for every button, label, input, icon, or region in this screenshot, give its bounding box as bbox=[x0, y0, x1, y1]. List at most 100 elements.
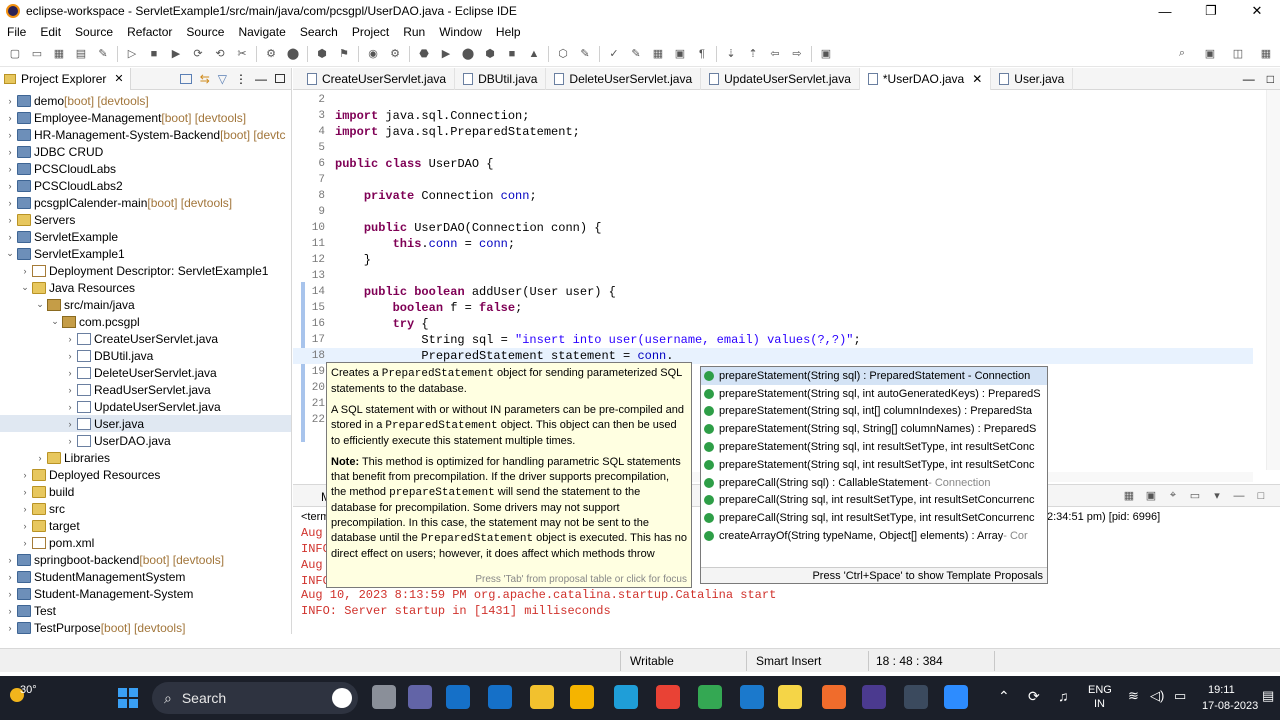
proposal-item[interactable]: prepareStatement(String sql, int resultS… bbox=[701, 438, 1047, 456]
expand-chevron-icon[interactable]: › bbox=[64, 334, 76, 344]
file-explorer-icon[interactable] bbox=[530, 685, 554, 709]
toolbar-button-icon[interactable]: ⬢ bbox=[314, 46, 330, 62]
content-assist-popup[interactable]: prepareStatement(String sql) : PreparedS… bbox=[700, 366, 1048, 584]
toolbar-button-icon[interactable]: ¶ bbox=[694, 46, 710, 62]
tree-item[interactable]: › ReadUserServlet.java bbox=[0, 381, 291, 398]
code-line[interactable]: 7 bbox=[293, 172, 1253, 188]
tree-item[interactable]: ⌄ ServletExample1 bbox=[0, 245, 291, 262]
weather-temp[interactable]: 30° bbox=[20, 684, 37, 696]
java-ee-perspective-icon[interactable]: ◫ bbox=[1230, 46, 1246, 62]
toolbar-button-icon[interactable]: ✎ bbox=[577, 46, 593, 62]
tree-item[interactable]: › Test bbox=[0, 602, 291, 619]
toolbar-button-icon[interactable]: ⇡ bbox=[745, 46, 761, 62]
expand-chevron-icon[interactable]: › bbox=[19, 538, 31, 548]
proposal-item[interactable]: prepareCall(String sql, int resultSetTyp… bbox=[701, 509, 1047, 527]
task-view-icon[interactable] bbox=[372, 685, 396, 709]
expand-chevron-icon[interactable]: › bbox=[4, 147, 16, 157]
toolbar-button-icon[interactable]: ⬣ bbox=[416, 46, 432, 62]
expand-chevron-icon[interactable]: › bbox=[64, 436, 76, 446]
editor-tab[interactable]: *UserDAO.java ✕ bbox=[859, 67, 992, 90]
toolbar-button-icon[interactable]: ■ bbox=[146, 46, 162, 62]
toolbar-button-icon[interactable]: ▶ bbox=[168, 46, 184, 62]
expand-chevron-icon[interactable]: › bbox=[64, 419, 76, 429]
code-line[interactable]: 11 this.conn = conn; bbox=[293, 236, 1253, 252]
menu-run-8[interactable]: Run bbox=[396, 25, 432, 39]
store-icon[interactable] bbox=[446, 685, 470, 709]
notification-icon[interactable]: ▤ bbox=[1262, 688, 1274, 704]
expand-chevron-icon[interactable]: › bbox=[4, 606, 16, 616]
teams-icon[interactable] bbox=[408, 685, 432, 709]
expand-chevron-icon[interactable]: › bbox=[4, 113, 16, 123]
toolbar-button-icon[interactable]: ▤ bbox=[73, 46, 89, 62]
toolbar-button-icon[interactable]: ⚙ bbox=[263, 46, 279, 62]
toolbar-button-icon[interactable]: ■ bbox=[504, 46, 520, 62]
proposal-item[interactable]: prepareStatement(String sql, String[] co… bbox=[701, 420, 1047, 438]
proposal-item[interactable]: createArrayOf(String typeName, Object[] … bbox=[701, 527, 1047, 545]
minimize-view-icon[interactable]: — bbox=[255, 72, 267, 86]
toolbar-button-icon[interactable]: ▷ bbox=[124, 46, 140, 62]
tree-item[interactable]: › Libraries bbox=[0, 449, 291, 466]
editor-minimize-icon[interactable]: — bbox=[1243, 72, 1255, 86]
code-line[interactable]: 8 private Connection conn; bbox=[293, 188, 1253, 204]
tree-item[interactable]: › pcsgplCalender-main [boot] [devtools] bbox=[0, 194, 291, 211]
expand-chevron-icon[interactable]: › bbox=[4, 589, 16, 599]
tree-item[interactable]: › PCSCloudLabs2 bbox=[0, 177, 291, 194]
toolbar-button-icon[interactable]: ▣ bbox=[818, 46, 834, 62]
editor-tab[interactable]: UpdateUserServlet.java bbox=[701, 67, 860, 90]
open-console-icon[interactable]: ▭ bbox=[1187, 488, 1203, 504]
tree-item[interactable]: › DeleteUserServlet.java bbox=[0, 364, 291, 381]
edge-icon[interactable] bbox=[614, 685, 638, 709]
menu-search-6[interactable]: Search bbox=[293, 25, 345, 39]
toolbar-button-icon[interactable]: ▭ bbox=[29, 46, 45, 62]
code-line[interactable]: 2 bbox=[293, 92, 1253, 108]
expand-chevron-icon[interactable]: › bbox=[19, 266, 31, 276]
microphone-icon[interactable]: ♫ bbox=[1058, 688, 1069, 704]
toolbar-button-icon[interactable]: ⬡ bbox=[555, 46, 571, 62]
code-line[interactable]: 16 try { bbox=[293, 316, 1253, 332]
tree-item[interactable]: › target bbox=[0, 517, 291, 534]
menu-edit-1[interactable]: Edit bbox=[33, 25, 68, 39]
toolbar-button-icon[interactable]: ◉ bbox=[365, 46, 381, 62]
expand-chevron-icon[interactable]: › bbox=[64, 402, 76, 412]
console-view-menu-icon[interactable]: ▾ bbox=[1209, 488, 1225, 504]
tree-item[interactable]: ⌄ src/main/java bbox=[0, 296, 291, 313]
start-button[interactable] bbox=[118, 688, 138, 708]
toolbar-button-icon[interactable]: ✓ bbox=[606, 46, 622, 62]
expand-chevron-icon[interactable]: › bbox=[34, 453, 46, 463]
collapse-chevron-icon[interactable]: ⌄ bbox=[49, 316, 61, 327]
menu-help-10[interactable]: Help bbox=[489, 25, 528, 39]
expand-chevron-icon[interactable]: › bbox=[4, 572, 16, 582]
tree-item[interactable]: ⌄ Java Resources bbox=[0, 279, 291, 296]
minimize-button[interactable]: — bbox=[1142, 0, 1188, 22]
toolbar-button-icon[interactable]: ▦ bbox=[51, 46, 67, 62]
expand-chevron-icon[interactable]: › bbox=[4, 181, 16, 191]
link-editor-icon[interactable]: ⇆ bbox=[200, 72, 210, 86]
java-perspective-icon[interactable]: ▦ bbox=[1258, 46, 1274, 62]
tree-item[interactable]: › Employee-Management [boot] [devtools] bbox=[0, 109, 291, 126]
expand-chevron-icon[interactable]: › bbox=[4, 96, 16, 106]
expand-chevron-icon[interactable]: › bbox=[19, 521, 31, 531]
proposal-item[interactable]: prepareStatement(String sql) : PreparedS… bbox=[701, 367, 1047, 385]
language-in[interactable]: IN bbox=[1094, 698, 1105, 710]
code-line[interactable]: 14 public boolean addUser(User user) { bbox=[293, 284, 1253, 300]
code-line[interactable]: 13 bbox=[293, 268, 1253, 284]
pin-console-icon[interactable]: ⌖ bbox=[1165, 488, 1181, 504]
settings-app-icon[interactable] bbox=[488, 685, 512, 709]
zoom-icon[interactable] bbox=[944, 685, 968, 709]
tree-item[interactable]: › demo [boot] [devtools] bbox=[0, 92, 291, 109]
tree-item[interactable]: › springboot-backend [boot] [devtools] bbox=[0, 551, 291, 568]
toolbar-button-icon[interactable]: ⟲ bbox=[212, 46, 228, 62]
tree-item[interactable]: › JDBC CRUD bbox=[0, 143, 291, 160]
toolbar-button-icon[interactable]: ⬤ bbox=[460, 46, 476, 62]
close-tab-icon[interactable]: ✕ bbox=[972, 72, 982, 86]
collapse-chevron-icon[interactable]: ⌄ bbox=[4, 248, 16, 259]
close-view-icon[interactable]: ✕ bbox=[114, 72, 123, 85]
code-line[interactable]: 3 import java.sql.Connection; bbox=[293, 108, 1253, 124]
toolbar-button-icon[interactable]: ⟳ bbox=[190, 46, 206, 62]
code-line[interactable]: 4 import java.sql.PreparedStatement; bbox=[293, 124, 1253, 140]
toolbar-button-icon[interactable]: ▢ bbox=[7, 46, 23, 62]
template-proposals-hint[interactable]: Press 'Ctrl+Space' to show Template Prop… bbox=[701, 567, 1047, 583]
expand-chevron-icon[interactable]: › bbox=[64, 385, 76, 395]
console-minimize-icon[interactable]: — bbox=[1231, 488, 1247, 504]
code-line[interactable]: 15 boolean f = false; bbox=[293, 300, 1253, 316]
